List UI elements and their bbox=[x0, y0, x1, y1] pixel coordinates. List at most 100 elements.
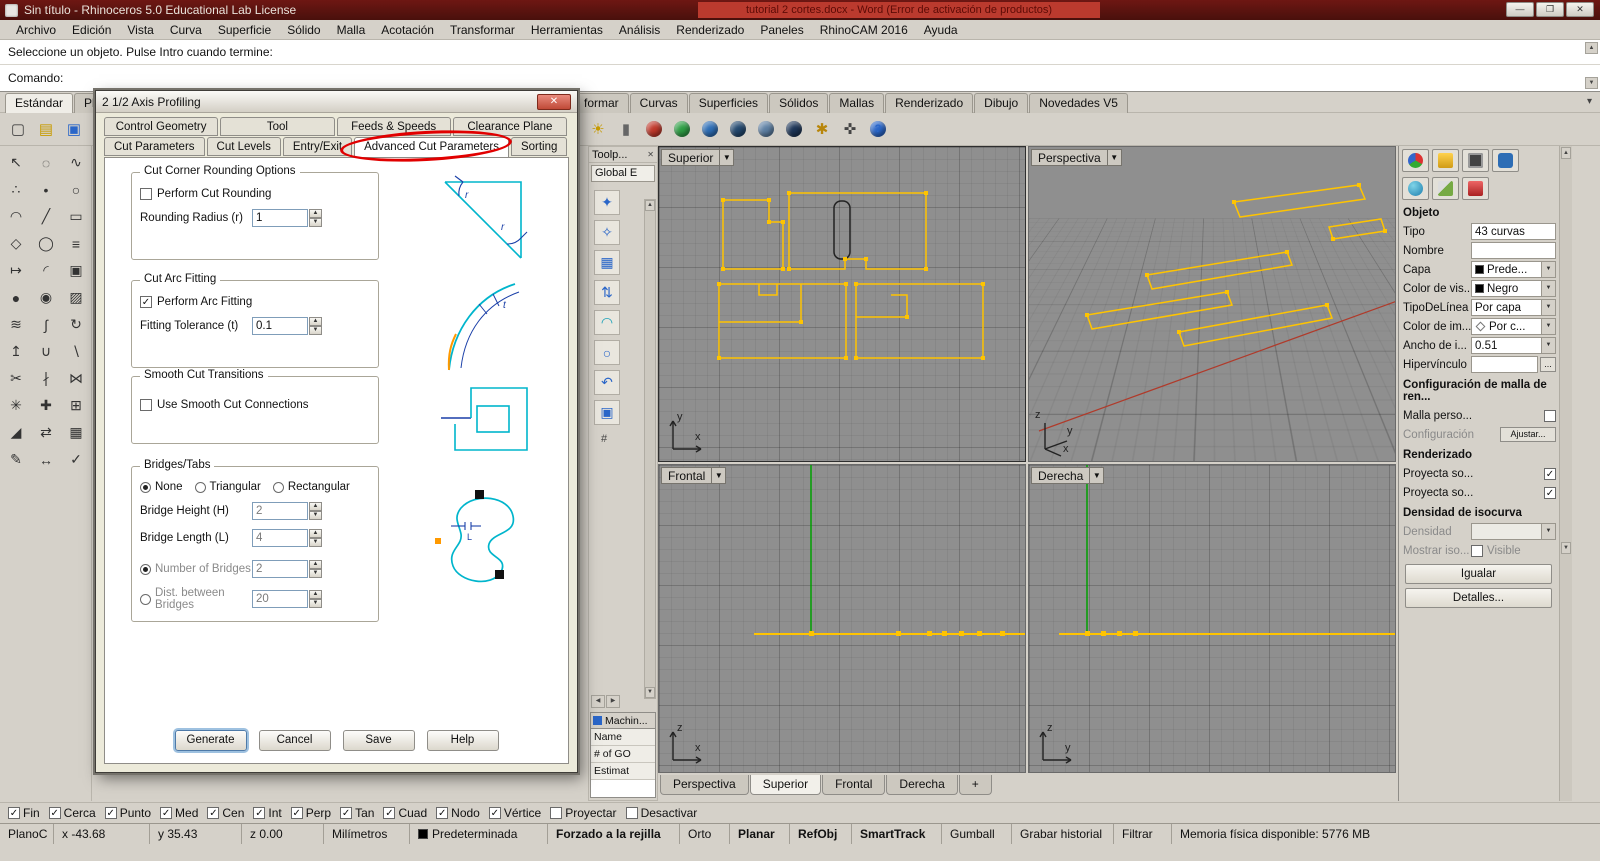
dist-between-bridges-input[interactable]: 20 bbox=[252, 590, 308, 608]
scroll-left-icon[interactable]: ◀ bbox=[591, 695, 605, 708]
perform-cut-rounding-checkbox[interactable] bbox=[140, 188, 152, 200]
lightbulb-icon[interactable]: ☀ bbox=[585, 116, 611, 142]
dialog-tab[interactable]: Cut Levels bbox=[206, 137, 281, 156]
copy-tool-icon[interactable]: ⊞ bbox=[61, 392, 91, 419]
red-shell-icon[interactable] bbox=[641, 116, 667, 142]
help-icon[interactable]: ? bbox=[865, 116, 891, 142]
array-tool-icon[interactable]: ▦ bbox=[61, 419, 91, 446]
dropdown-icon[interactable]: ▼ bbox=[1541, 300, 1555, 315]
osnap-checkbox[interactable] bbox=[550, 806, 563, 819]
menu-item[interactable]: Transformar bbox=[442, 21, 523, 39]
menu-item[interactable]: Curva bbox=[162, 21, 210, 39]
spinner-down-icon[interactable]: ▼ bbox=[309, 326, 322, 335]
mirror-tool-icon[interactable]: ⇄ bbox=[31, 419, 61, 446]
close-button[interactable]: ✕ bbox=[537, 93, 571, 110]
osnap-checkbox[interactable] bbox=[253, 806, 266, 819]
background-window-title[interactable]: tutorial 2 cortes.docx - Word (Error de … bbox=[698, 2, 1100, 18]
radio-icon[interactable] bbox=[272, 481, 284, 493]
line-tool-icon[interactable]: ╱ bbox=[31, 203, 61, 230]
toolbar-tab[interactable]: Sólidos bbox=[769, 93, 829, 113]
split-tool-icon[interactable]: ∤ bbox=[31, 365, 61, 392]
malla-checkbox[interactable] bbox=[1544, 409, 1556, 422]
fitting-tolerance-input[interactable]: 0.1 bbox=[252, 317, 308, 335]
osnap-checkbox[interactable] bbox=[207, 806, 220, 819]
viewport-perspectiva[interactable]: Perspectiva ▼ z y x bbox=[1028, 146, 1396, 462]
viewport-tab[interactable]: Perspectiva bbox=[660, 775, 749, 795]
xray-sphere-icon[interactable] bbox=[753, 116, 779, 142]
spinner-up-icon[interactable]: ▲ bbox=[309, 560, 322, 569]
menu-item[interactable]: Vista bbox=[119, 21, 161, 39]
ajustar-button[interactable]: Ajustar... bbox=[1500, 427, 1556, 442]
smooth-connections-checkbox[interactable] bbox=[140, 399, 152, 411]
tab-object[interactable] bbox=[1402, 177, 1429, 200]
status-segment[interactable]: Filtrar bbox=[1114, 824, 1172, 844]
box-tool-icon[interactable]: ▣ bbox=[61, 257, 91, 284]
viewport-superior[interactable]: Superior ▼ y x bbox=[658, 146, 1026, 462]
extend-tool-icon[interactable]: ↦ bbox=[1, 257, 31, 284]
osnap-checkbox[interactable] bbox=[625, 806, 638, 819]
scroll-up-icon[interactable]: ▲ bbox=[1585, 42, 1598, 54]
osnap-checkbox[interactable] bbox=[160, 806, 173, 819]
spinner-down-icon[interactable]: ▼ bbox=[309, 511, 322, 520]
status-segment[interactable]: Forzado a la rejilla bbox=[548, 824, 680, 844]
scroll-down-icon[interactable]: ▼ bbox=[1585, 77, 1598, 89]
offset-tool-icon[interactable]: ≡ bbox=[61, 230, 91, 257]
dialog-tab[interactable]: Sorting bbox=[510, 137, 568, 156]
check-tool-icon[interactable]: ✓ bbox=[61, 446, 91, 473]
fillet-tool-icon[interactable]: ◜ bbox=[31, 257, 61, 284]
radio-icon[interactable] bbox=[140, 481, 151, 493]
osnap-checkbox[interactable] bbox=[104, 806, 117, 819]
print-color-dropdown[interactable]: Por c... ▼ bbox=[1471, 318, 1556, 335]
ellipse-tool-icon[interactable]: ◯ bbox=[31, 230, 61, 257]
status-segment[interactable]: Planar bbox=[730, 824, 790, 844]
loft-tool-icon[interactable]: ≋ bbox=[1, 311, 31, 338]
print-width-dropdown[interactable]: 0.51 ▼ bbox=[1471, 337, 1556, 354]
osnap-checkbox[interactable] bbox=[48, 806, 61, 819]
tab-properties[interactable] bbox=[1402, 149, 1429, 172]
sweep-tool-icon[interactable]: ∫ bbox=[31, 311, 61, 338]
dropdown-icon[interactable]: ▼ bbox=[1541, 262, 1555, 277]
spinner-down-icon[interactable]: ▼ bbox=[309, 538, 322, 547]
command-input[interactable]: Comando: bbox=[0, 65, 1600, 91]
dialog-tab[interactable]: Advanced Cut Parameters bbox=[354, 137, 509, 158]
osnap-checkbox[interactable] bbox=[340, 806, 353, 819]
spinner-down-icon[interactable]: ▼ bbox=[309, 218, 322, 227]
dialog-tab[interactable]: Cut Parameters bbox=[104, 137, 205, 156]
join-tool-icon[interactable]: ⋈ bbox=[61, 365, 91, 392]
dialog-tab[interactable]: Tool bbox=[220, 117, 335, 136]
machining-column-header[interactable]: # of GO bbox=[591, 746, 655, 763]
proyecta-checkbox-1[interactable] bbox=[1544, 467, 1556, 480]
open-file-icon[interactable]: ▤ bbox=[33, 116, 59, 142]
save-icon[interactable]: ▣ bbox=[61, 116, 87, 142]
dialog-button[interactable]: Generate bbox=[174, 730, 247, 751]
wireframe-sphere-icon[interactable] bbox=[781, 116, 807, 142]
tab-overflow-icon[interactable]: ▾ bbox=[1587, 96, 1592, 107]
menu-item[interactable]: Herramientas bbox=[523, 21, 611, 39]
sphere-tool-icon[interactable]: ● bbox=[1, 284, 31, 311]
dropdown-icon[interactable]: ▼ bbox=[1541, 281, 1555, 296]
toolbar-tab[interactable]: Dibujo bbox=[974, 93, 1029, 113]
number-of-bridges-radio[interactable] bbox=[140, 563, 151, 575]
status-segment[interactable]: Gumball bbox=[942, 824, 1012, 844]
spinner-up-icon[interactable]: ▲ bbox=[309, 590, 322, 599]
close-button[interactable]: ✕ bbox=[1566, 2, 1594, 17]
capa-dropdown[interactable]: Prede... ▼ bbox=[1471, 261, 1556, 278]
viewport-tab[interactable]: + bbox=[958, 775, 992, 795]
bridge-type-radio[interactable]: Rectangular bbox=[272, 481, 350, 493]
scale-tool-icon[interactable]: ◢ bbox=[1, 419, 31, 446]
chevron-down-icon[interactable]: ▼ bbox=[1107, 149, 1122, 166]
status-segment[interactable]: PlanoC bbox=[0, 824, 54, 844]
menu-item[interactable]: Renderizado bbox=[668, 21, 752, 39]
menu-item[interactable]: Ayuda bbox=[916, 21, 966, 39]
color-dropdown[interactable]: Negro ▼ bbox=[1471, 280, 1556, 297]
spinner-up-icon[interactable]: ▲ bbox=[309, 502, 322, 511]
polygon-tool-icon[interactable]: ◇ bbox=[1, 230, 31, 257]
viewport-title[interactable]: Derecha bbox=[1031, 467, 1091, 484]
menu-item[interactable]: Sólido bbox=[279, 21, 328, 39]
toolbar-tab[interactable]: Plan bbox=[74, 93, 93, 113]
move-tool-icon[interactable]: ✚ bbox=[31, 392, 61, 419]
chevron-down-icon[interactable]: ▼ bbox=[1090, 467, 1105, 484]
dialog-tab[interactable]: Entry/Exit bbox=[282, 137, 353, 156]
new-file-icon[interactable]: ▢ bbox=[5, 116, 31, 142]
control-point-curve-tool-icon[interactable]: ∿ bbox=[61, 149, 91, 176]
